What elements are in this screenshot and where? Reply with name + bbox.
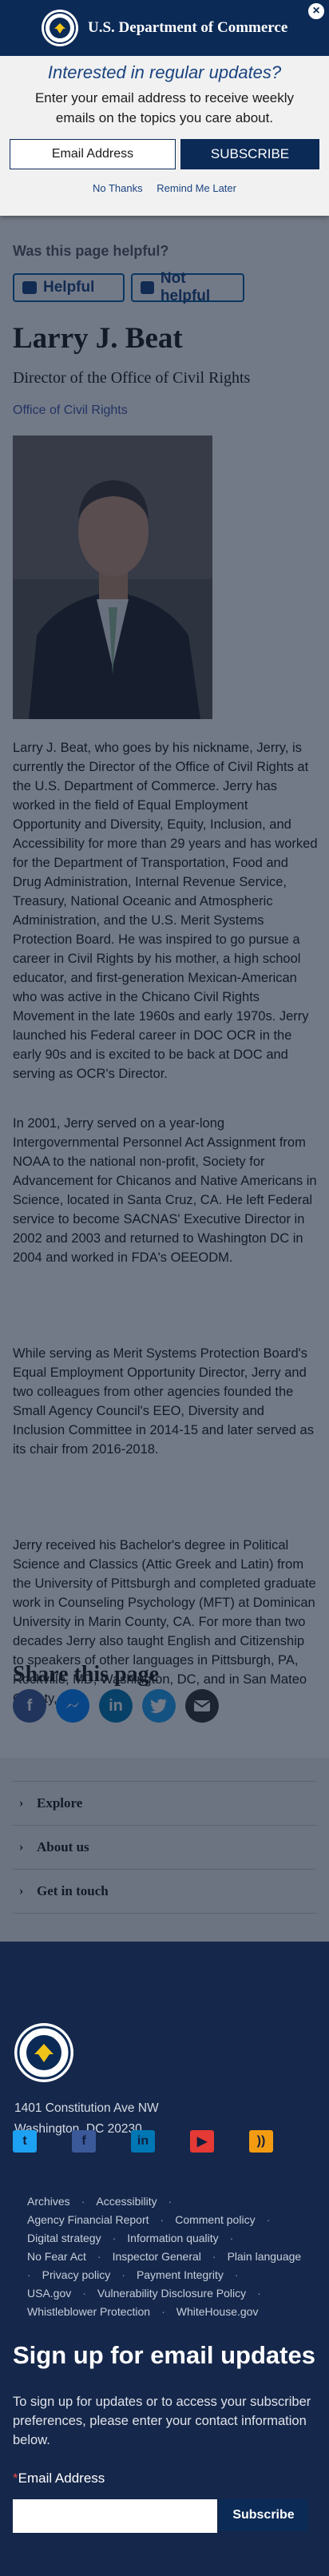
footer-links: Archives · Accessibility · Agency Financial… bbox=[27, 2195, 302, 2318]
facebook-icon[interactable]: f bbox=[72, 2130, 96, 2153]
footer-link[interactable]: Agency Financial Report bbox=[27, 2213, 149, 2226]
accordion-get-in-touch[interactable]: › Get in touch bbox=[13, 1869, 316, 1914]
email-label-text: Email Address bbox=[18, 2471, 105, 2486]
agency-name: U.S. Department of Commerce bbox=[88, 19, 288, 36]
accordion-explore[interactable]: › Explore bbox=[13, 1781, 316, 1825]
helpful-button[interactable]: Helpful bbox=[13, 273, 125, 302]
bio-paragraph: In 2001, Jerry served on a year-long Int… bbox=[13, 1116, 317, 1265]
chevron-right-icon: › bbox=[19, 1840, 24, 1854]
email-signup-heading: Sign up for email updates bbox=[13, 2341, 315, 2369]
bio-paragraph: While serving as Merit Systems Protectio… bbox=[13, 1346, 314, 1457]
thumbs-down-icon bbox=[141, 281, 154, 294]
office-link[interactable]: Office of Civil Rights bbox=[13, 403, 128, 418]
not-helpful-button[interactable]: Not helpful bbox=[131, 270, 244, 304]
share-icons: f in bbox=[13, 1689, 228, 1723]
email-signup-modal: U.S. Department of Commerce × Interested… bbox=[0, 0, 329, 216]
chevron-right-icon: › bbox=[19, 1884, 24, 1898]
email-signup-description: To sign up for updates or to access your… bbox=[13, 2395, 311, 2447]
required-marker: * bbox=[13, 2471, 18, 2486]
footer-link[interactable]: Plain language bbox=[228, 2250, 302, 2263]
messenger-icon[interactable] bbox=[56, 1689, 89, 1723]
accordion-label: Explore bbox=[37, 1795, 83, 1811]
twitter-icon[interactable]: t bbox=[13, 2130, 37, 2153]
facebook-icon[interactable]: f bbox=[13, 1689, 46, 1723]
footer-link[interactable]: Privacy policy bbox=[42, 2268, 111, 2281]
bio-paragraph: Larry J. Beat, who goes by his nickname,… bbox=[13, 741, 318, 1081]
address-line: 1401 Constitution Ave NW bbox=[14, 2101, 159, 2115]
commerce-seal-icon bbox=[42, 10, 78, 46]
modal-header: U.S. Department of Commerce × bbox=[0, 0, 329, 56]
modal-secondary-links: No Thanks Remind Me Later bbox=[0, 182, 329, 194]
footer-link[interactable]: Whistleblower Protection bbox=[27, 2305, 150, 2318]
linkedin-icon[interactable]: in bbox=[131, 2130, 155, 2153]
portrait-photo bbox=[13, 435, 212, 719]
footer-link[interactable]: USA.gov bbox=[27, 2287, 71, 2300]
footer-subscribe-button[interactable]: Subscribe bbox=[219, 2499, 308, 2531]
rss-icon[interactable]: )) bbox=[249, 2130, 273, 2153]
footer-link[interactable]: No Fear Act bbox=[27, 2250, 86, 2263]
modal-email-input[interactable] bbox=[10, 139, 176, 169]
helpful-label: Helpful bbox=[43, 279, 95, 296]
footer-link[interactable]: Payment Integrity bbox=[137, 2268, 224, 2281]
accordion-about-us[interactable]: › About us bbox=[13, 1825, 316, 1869]
feedback-question: Was this page helpful? bbox=[13, 243, 169, 259]
youtube-icon[interactable]: ▶ bbox=[190, 2130, 214, 2153]
commerce-seal-icon bbox=[14, 2023, 73, 2082]
job-title: Director of the Office of Civil Rights bbox=[13, 369, 251, 387]
footer-link[interactable]: Archives bbox=[27, 2195, 70, 2208]
accordion-label: About us bbox=[37, 1839, 89, 1854]
footer-accordion: › Explore › About us › Get in touch bbox=[0, 1758, 329, 1942]
footer-link[interactable]: Vulnerability Disclosure Policy bbox=[97, 2287, 246, 2300]
email-icon[interactable] bbox=[185, 1689, 219, 1723]
not-helpful-label: Not helpful bbox=[160, 270, 211, 304]
modal-signup-form: SUBSCRIBE bbox=[10, 139, 319, 169]
footer-link[interactable]: Inspector General bbox=[113, 2250, 201, 2263]
footer-link[interactable]: Information quality bbox=[127, 2232, 218, 2244]
page-title: Larry J. Beat bbox=[13, 322, 183, 355]
email-field-label: *Email Address bbox=[13, 2471, 105, 2487]
twitter-icon[interactable] bbox=[142, 1689, 176, 1723]
footer-link[interactable]: Comment policy bbox=[175, 2213, 255, 2226]
footer-link[interactable]: Digital strategy bbox=[27, 2232, 101, 2244]
modal-subtitle: Enter your email address to receive week… bbox=[34, 90, 295, 125]
linkedin-icon[interactable]: in bbox=[99, 1689, 133, 1723]
modal-title: Interested in regular updates? bbox=[47, 62, 282, 82]
close-modal-button[interactable]: × bbox=[307, 2, 326, 21]
footer-link[interactable]: WhiteHouse.gov bbox=[176, 2305, 259, 2318]
accordion-label: Get in touch bbox=[37, 1883, 109, 1898]
footer-email-input[interactable] bbox=[13, 2499, 217, 2533]
no-thanks-link[interactable]: No Thanks bbox=[93, 182, 143, 194]
page: U.S. Department of Commerce × Interested… bbox=[0, 0, 329, 2576]
thumbs-up-icon bbox=[22, 281, 37, 294]
modal-subscribe-button[interactable]: SUBSCRIBE bbox=[180, 139, 319, 169]
remind-later-link[interactable]: Remind Me Later bbox=[157, 182, 236, 194]
site-footer: 1401 Constitution Ave NW Washington, DC … bbox=[0, 1942, 329, 2576]
footer-link[interactable]: Accessibility bbox=[96, 2195, 157, 2208]
share-heading: Share this page bbox=[13, 1662, 160, 1687]
feedback-buttons: Helpful Not helpful bbox=[13, 270, 244, 304]
chevron-right-icon: › bbox=[19, 1796, 24, 1810]
